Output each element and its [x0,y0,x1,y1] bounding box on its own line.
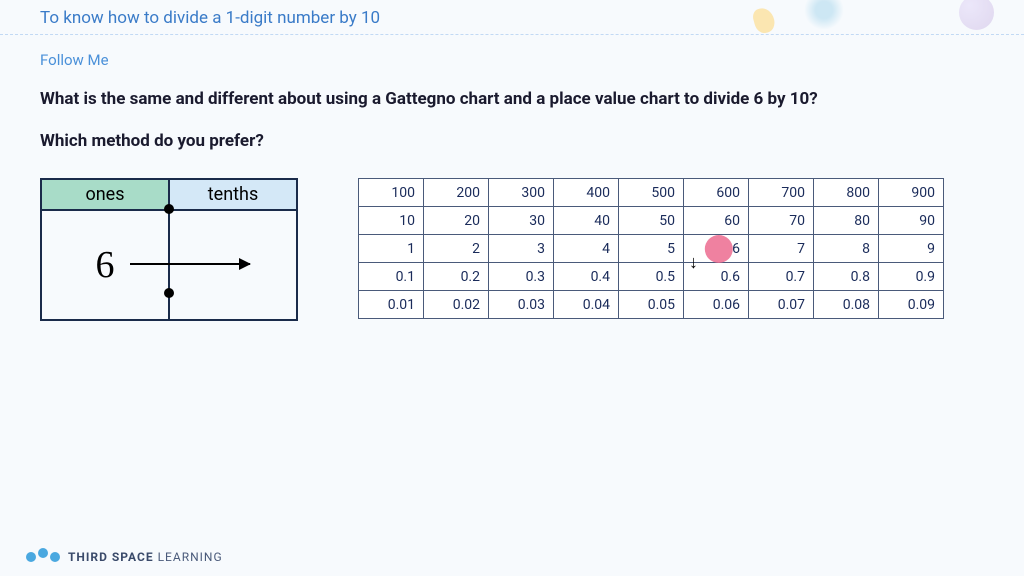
gattegno-cell: 0.04 [554,291,619,319]
gattegno-cell: 7 [749,235,814,263]
gattegno-cell: 0.8 [814,263,879,291]
question-line-1: What is the same and different about usi… [40,87,984,113]
gattegno-cell: 600 [684,179,749,207]
pv-header-tenths: tenths [169,179,297,210]
gattegno-cell: 0.7 [749,263,814,291]
place-value-table: ones tenths 6 [40,178,298,321]
gattegno-cell: 0.5 [619,263,684,291]
gattegno-cell: 0.05 [619,291,684,319]
gattegno-cell: 0.06 [684,291,749,319]
arrow-right-icon [130,263,250,265]
gattegno-cell: 300 [489,179,554,207]
gattegno-cell: 700 [749,179,814,207]
gattegno-chart: 100200300400500600700800900 1020304050607… [358,178,944,319]
gattegno-cell: 0.1 [359,263,424,291]
gattegno-cell: 500 [619,179,684,207]
gattegno-cell: 0.3 [489,263,554,291]
gattegno-cell: 0.08 [814,291,879,319]
gattegno-cell: 0.9 [879,263,944,291]
gattegno-cell: 10 [359,207,424,235]
decimal-point-icon [164,288,174,298]
decimal-point-icon [164,204,174,214]
gattegno-cell: 0.4 [554,263,619,291]
gattegno-cell: 6 [684,235,749,263]
pv-header-ones: ones [41,179,169,210]
gattegno-cell: 5 [619,235,684,263]
gattegno-cell: 0.03 [489,291,554,319]
gattegno-cell: 0.6 [684,263,749,291]
question-line-2: Which method do you prefer? [40,129,984,155]
gattegno-cell: 200 [424,179,489,207]
gattegno-cell: 80 [814,207,879,235]
gattegno-cell: 30 [489,207,554,235]
charts-row: ones tenths 6 10020030040050060070080090… [40,178,984,321]
gattegno-cell: 90 [879,207,944,235]
brand-text: THIRD SPACE LEARNING [68,550,223,564]
gattegno-cell: 8 [814,235,879,263]
gattegno-cell: 100 [359,179,424,207]
gattegno-cell: 3 [489,235,554,263]
gattegno-cell: 0.07 [749,291,814,319]
footer-brand: THIRD SPACE LEARNING [26,550,223,564]
gattegno-cell: 40 [554,207,619,235]
gattegno-cell: 2 [424,235,489,263]
pv-cell-tenths [169,210,297,320]
gattegno-chart-wrap: 100200300400500600700800900 1020304050607… [358,178,944,319]
gattegno-cell: 70 [749,207,814,235]
title-bar: To know how to divide a 1-digit number b… [0,0,1024,35]
pv-value: 6 [96,244,115,286]
logo-icon [26,552,60,562]
gattegno-cell: 4 [554,235,619,263]
gattegno-cell: 0.2 [424,263,489,291]
gattegno-cell: 60 [684,207,749,235]
gattegno-cell: 0.09 [879,291,944,319]
gattegno-cell: 50 [619,207,684,235]
gattegno-cell: 900 [879,179,944,207]
pv-cell-ones: 6 [41,210,169,320]
gattegno-cell: 400 [554,179,619,207]
section-label: Follow Me [40,51,984,69]
gattegno-cell: 9 [879,235,944,263]
place-value-chart: ones tenths 6 [40,178,298,321]
gattegno-cell: 1 [359,235,424,263]
gattegno-cell: 0.02 [424,291,489,319]
gattegno-cell: 800 [814,179,879,207]
gattegno-cell: 20 [424,207,489,235]
main-content: Follow Me What is the same and different… [0,35,1024,337]
gattegno-cell: 0.01 [359,291,424,319]
